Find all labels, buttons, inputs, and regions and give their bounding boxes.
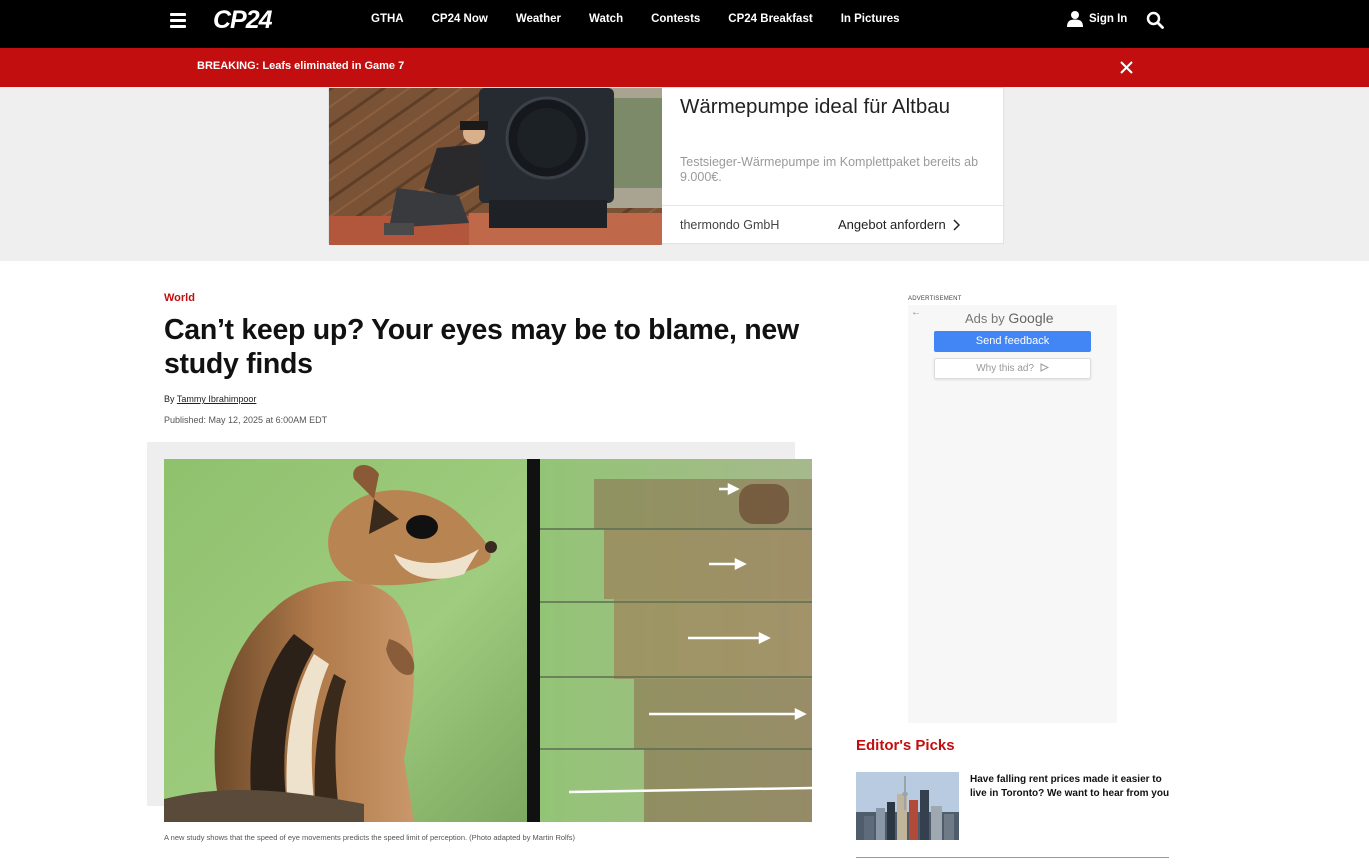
ad-title[interactable]: Wärmepumpe ideal für Altbau [680,93,980,120]
nav-link-watch[interactable]: Watch [589,13,623,25]
editors-pick-image-toronto-skyline[interactable] [856,772,959,840]
breaking-news-text[interactable]: BREAKING: Leafs eliminated in Game 7 [197,60,404,72]
close-icon[interactable] [1120,61,1133,79]
send-feedback-button[interactable]: Send feedback [934,331,1091,352]
ad-subtitle: Testsieger-Wärmepumpe im Komplettpaket b… [680,155,979,184]
article-category[interactable]: World [164,292,195,304]
byline-prefix: By [164,394,175,404]
google-wordmark: Google [1008,310,1054,326]
ad-heat-pump-image[interactable] [329,88,662,245]
search-icon[interactable] [1146,11,1164,34]
nav-link-cp24-now[interactable]: CP24 Now [432,13,488,25]
nav-link-contests[interactable]: Contests [651,13,700,25]
adchoices-icon [1040,363,1049,372]
nav-link-in-pictures[interactable]: In Pictures [841,13,900,25]
editors-pick-headline[interactable]: Have falling rent prices made it easier … [970,773,1175,801]
top-navigation: CP24 GTHA CP24 Now Weather Watch Contest… [0,0,1369,48]
ad-divider [662,205,1005,206]
byline: By Tammy Ibrahimpoor [164,394,256,404]
nav-link-weather[interactable]: Weather [516,13,561,25]
ad-cta-label: Angebot anfordern [838,217,946,232]
breaking-news-bar[interactable]: BREAKING: Leafs eliminated in Game 7 [0,48,1369,87]
article-photo-chipmunk[interactable] [164,459,812,822]
chevron-right-icon [953,218,960,231]
sign-in-button[interactable]: Sign In [1067,10,1127,27]
main-nav: GTHA CP24 Now Weather Watch Contests CP2… [357,0,914,38]
nav-link-gtha[interactable]: GTHA [371,13,404,25]
advertisement-label: ADVERTISEMENT [908,296,962,302]
ads-by-prefix: Ads by [965,311,1005,326]
ad-advertiser[interactable]: thermondo GmbH [680,218,779,232]
why-this-ad-button[interactable]: Why this ad? [934,358,1091,379]
editors-pick-divider [856,857,1169,858]
sign-in-label: Sign In [1089,12,1128,25]
editors-picks-heading: Editor's Picks [856,737,955,754]
photo-caption: A new study shows that the speed of eye … [164,833,576,842]
user-icon [1067,11,1083,27]
back-arrow-icon[interactable]: ← [911,307,921,318]
nav-link-cp24-breakfast[interactable]: CP24 Breakfast [728,13,812,25]
ad-cta-button[interactable]: Angebot anfordern [838,217,960,232]
author-link[interactable]: Tammy Ibrahimpoor [177,394,257,404]
ads-by-google: Ads by Google [965,310,1054,326]
article-headline: Can’t keep up? Your eyes may be to blame… [164,314,799,380]
menu-icon[interactable] [170,13,186,28]
cp24-logo[interactable]: CP24 [213,6,273,34]
published-date: Published: May 12, 2025 at 6:00AM EDT [164,415,328,425]
why-this-ad-label: Why this ad? [976,363,1035,374]
top-ad-card[interactable]: Wärmepumpe ideal für Altbau Testsieger-W… [328,87,1005,245]
